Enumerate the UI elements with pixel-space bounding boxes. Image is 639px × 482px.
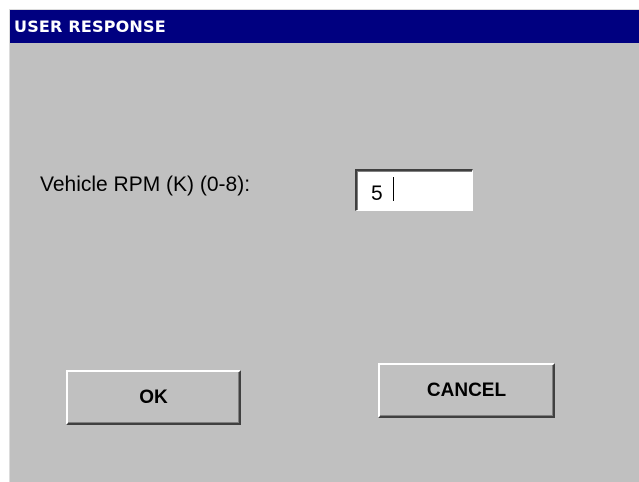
dialog-title: USER RESPONSE (14, 17, 166, 36)
rpm-field-label: Vehicle RPM (K) (0-8): (40, 173, 251, 196)
cancel-button[interactable]: CANCEL (378, 363, 555, 418)
ok-button-label: OK (139, 386, 168, 408)
rpm-input[interactable] (355, 169, 473, 211)
cancel-button-label: CANCEL (426, 379, 507, 401)
ok-button[interactable]: OK (66, 370, 241, 425)
text-caret (393, 177, 394, 201)
dialog-title-bar[interactable]: USER RESPONSE (10, 10, 639, 43)
user-response-dialog: USER RESPONSE Vehicle RPM (K) (0-8): OK … (9, 9, 639, 482)
